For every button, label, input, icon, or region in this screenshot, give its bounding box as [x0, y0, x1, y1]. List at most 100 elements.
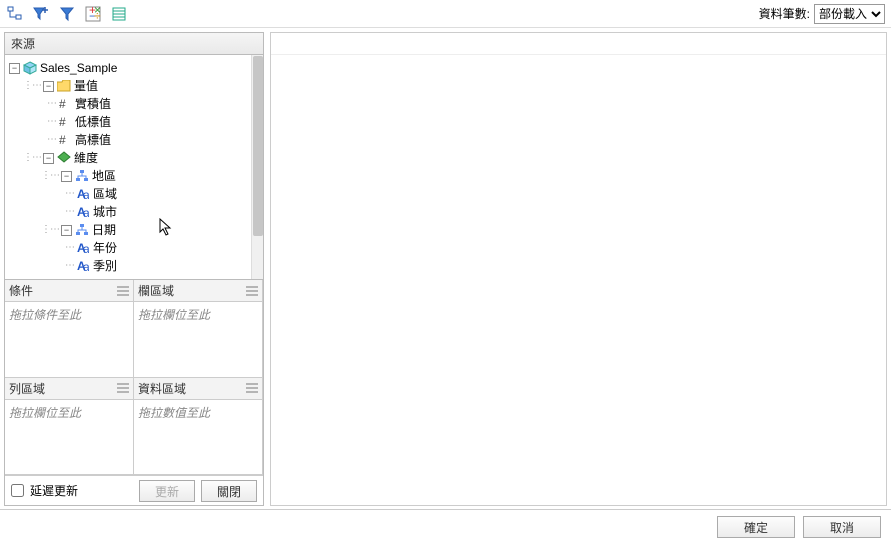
tree-label: Sales_Sample: [40, 59, 117, 77]
svg-text:a: a: [83, 206, 89, 218]
data-zone-header: 資料區域: [134, 378, 263, 400]
load-mode-select[interactable]: 部份載入: [814, 4, 885, 24]
source-header: 來源: [5, 33, 263, 55]
tree-container: − Sales_Sample ⋮⋯ − 量值 ⋯ # 實積值: [5, 55, 263, 279]
tree-label: 實積值: [75, 95, 111, 113]
funnel-icon[interactable]: [58, 5, 76, 23]
cancel-button[interactable]: 取消: [803, 516, 881, 538]
tree-connector-icon: ⋯: [65, 203, 74, 221]
svg-text:÷: ÷: [94, 9, 101, 22]
tree-label: 城市: [93, 203, 117, 221]
hash-icon: #: [58, 133, 72, 147]
expand-toggle-icon[interactable]: −: [61, 225, 72, 236]
source-tree[interactable]: − Sales_Sample ⋮⋯ − 量值 ⋯ # 實積值: [5, 55, 263, 279]
drop-zones: 條件 欄區域 拖拉條件至此 拖拉欄位至此 列區域 資料區域 拖拉欄位至此 拖拉數…: [5, 279, 263, 475]
list-icon: [246, 286, 258, 296]
dialog-footer: 確定 取消: [0, 509, 891, 543]
tree-level-item[interactable]: ⋯ Aa 年份: [7, 239, 261, 257]
list-view-icon[interactable]: [110, 5, 128, 23]
dz-title: 條件: [9, 282, 33, 299]
tree-connector-icon: ⋮⋯: [23, 149, 41, 167]
tree-dimensions-folder[interactable]: ⋮⋯ − 維度: [7, 149, 261, 167]
tree-connector-icon: ⋯: [47, 95, 56, 113]
defer-update-label: 延遲更新: [30, 482, 78, 499]
left-pane: 來源 − Sales_Sample ⋮⋯ − 量值 ⋯: [4, 32, 264, 506]
folder-icon: [57, 79, 71, 93]
tree-level-item[interactable]: ⋯ Aa 城市: [7, 203, 261, 221]
toolbar-right: 資料筆數: 部份載入: [759, 4, 885, 24]
hierarchy-small-icon: [75, 169, 89, 183]
tree-measure-item[interactable]: ⋯ # 低標值: [7, 113, 261, 131]
tree-label: 地區: [92, 167, 116, 185]
tree-label: 低標值: [75, 113, 111, 131]
text-attr-icon: Aa: [76, 187, 90, 201]
hash-icon: #: [58, 115, 72, 129]
defer-update-checkbox[interactable]: [11, 484, 24, 497]
filter-zone-header: 條件: [5, 280, 134, 302]
list-icon: [117, 383, 129, 393]
tree-level-item[interactable]: ⋯ Aa 區域: [7, 185, 261, 203]
tree-label: 日期: [92, 221, 116, 239]
list-icon: [246, 383, 258, 393]
dz-title: 列區域: [9, 380, 45, 397]
tree-label: 年份: [93, 239, 117, 257]
tree-hierarchy-item[interactable]: ⋮⋯ − 地區: [7, 167, 261, 185]
dz-hint: 拖拉數值至此: [138, 406, 210, 420]
tree-connector-icon: ⋯: [65, 185, 74, 203]
tree-label: 高標值: [75, 131, 111, 149]
rows-zone-header: 列區域: [5, 378, 134, 400]
tree-connector-icon: ⋮⋯: [41, 167, 59, 185]
scrollbar-thumb[interactable]: [253, 56, 263, 236]
dz-title: 欄區域: [138, 282, 174, 299]
text-attr-icon: Aa: [76, 259, 90, 273]
tree-connector-icon: ⋯: [47, 113, 56, 131]
expand-toggle-icon[interactable]: −: [43, 81, 54, 92]
dz-title: 資料區域: [138, 380, 186, 397]
columns-zone[interactable]: 拖拉欄位至此: [134, 302, 263, 378]
close-button[interactable]: 關閉: [201, 480, 257, 502]
tree-connector-icon: ⋯: [47, 131, 56, 149]
tree-root[interactable]: − Sales_Sample: [7, 59, 261, 77]
svg-text:a: a: [83, 260, 89, 272]
rows-zone[interactable]: 拖拉欄位至此: [5, 400, 134, 476]
preview-header: [271, 33, 886, 55]
cube-icon: [23, 61, 37, 75]
tree-measure-item[interactable]: ⋯ # 高標值: [7, 131, 261, 149]
text-attr-icon: Aa: [76, 205, 90, 219]
expand-toggle-icon[interactable]: −: [43, 153, 54, 164]
tree-measure-item[interactable]: ⋯ # 實積值: [7, 95, 261, 113]
ok-button[interactable]: 確定: [717, 516, 795, 538]
preview-pane: [270, 32, 887, 506]
record-count-label: 資料筆數:: [759, 5, 810, 22]
calc-field-icon[interactable]: +×−÷: [84, 5, 102, 23]
main-area: 來源 − Sales_Sample ⋮⋯ − 量值 ⋯: [0, 28, 891, 506]
tree-label: 量值: [74, 77, 98, 95]
tree-label: 季別: [93, 257, 117, 275]
tree-scrollbar[interactable]: [251, 55, 263, 279]
svg-text:#: #: [59, 134, 66, 146]
hierarchy-icon[interactable]: [6, 5, 24, 23]
tree-connector-icon: ⋯: [65, 257, 74, 275]
expand-toggle-icon[interactable]: −: [61, 171, 72, 182]
tree-connector-icon: ⋯: [65, 239, 74, 257]
left-bottom-controls: 延遲更新 更新 關閉: [5, 475, 263, 505]
tree-connector-icon: ⋮⋯: [23, 77, 41, 95]
toolbar-left: +×−÷: [6, 5, 128, 23]
hash-icon: #: [58, 97, 72, 111]
tree-level-item[interactable]: ⋯ Aa 季別: [7, 257, 261, 275]
dimension-icon: [57, 151, 71, 165]
dz-hint: 拖拉條件至此: [9, 308, 81, 322]
svg-text:#: #: [59, 116, 66, 128]
filter-zone[interactable]: 拖拉條件至此: [5, 302, 134, 378]
funnel-plus-icon[interactable]: [32, 5, 50, 23]
svg-text:a: a: [83, 242, 89, 254]
expand-toggle-icon[interactable]: −: [9, 63, 20, 74]
toolbar: +×−÷ 資料筆數: 部份載入: [0, 0, 891, 28]
tree-hierarchy-item[interactable]: ⋮⋯ − 日期: [7, 221, 261, 239]
svg-text:a: a: [83, 188, 89, 200]
tree-measures-folder[interactable]: ⋮⋯ − 量值: [7, 77, 261, 95]
svg-text:#: #: [59, 98, 66, 110]
text-attr-icon: Aa: [76, 241, 90, 255]
update-button[interactable]: 更新: [139, 480, 195, 502]
data-zone[interactable]: 拖拉數值至此: [134, 400, 263, 476]
